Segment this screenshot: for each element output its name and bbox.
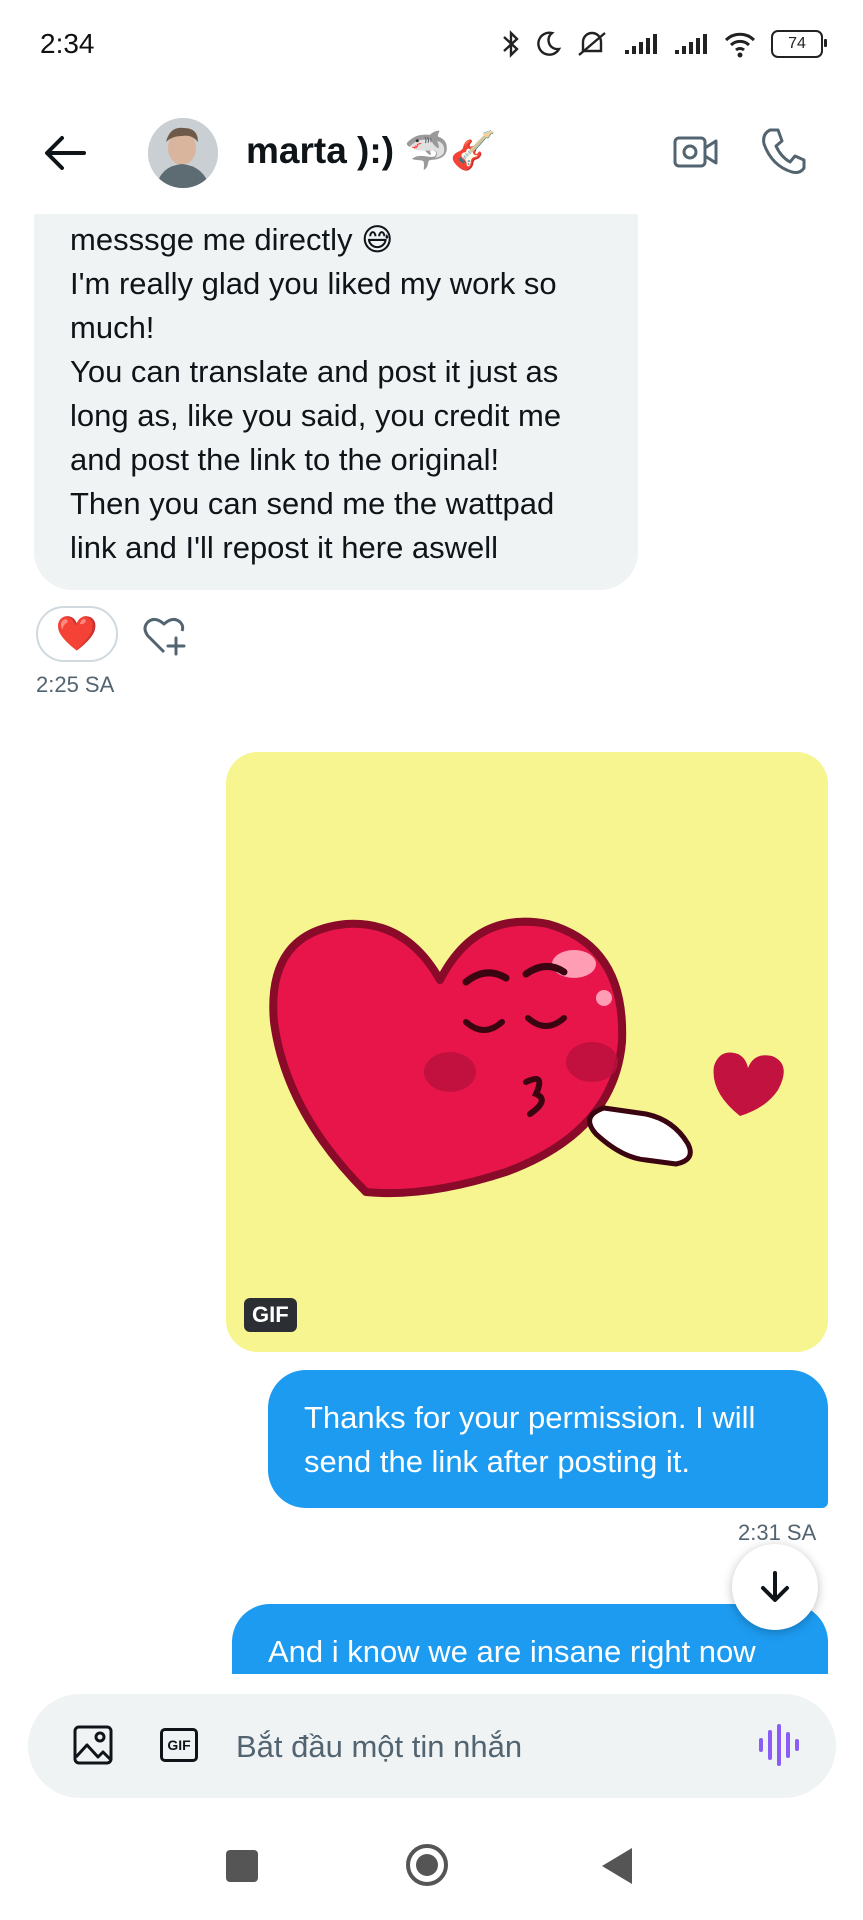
voice-icon[interactable] [756, 1722, 802, 1768]
gif-icon[interactable]: GIF [160, 1728, 198, 1762]
gif-badge: GIF [244, 1298, 297, 1332]
wifi-icon [724, 32, 756, 58]
outgoing-message-bubble[interactable]: Thanks for your permission. I will send … [268, 1370, 828, 1508]
nav-recents-button[interactable] [226, 1850, 258, 1882]
message-text: Thanks for your permission. I will send … [304, 1400, 756, 1479]
reaction-badge[interactable]: ❤️ [36, 606, 118, 662]
status-time: 2:34 [40, 28, 95, 59]
message-text: And i know we are insane right now [268, 1634, 756, 1669]
back-arrow-icon[interactable] [40, 128, 90, 178]
incoming-message-bubble[interactable]: messsge me directly 😅 I'm really glad yo… [34, 214, 638, 590]
status-icons: 74 [501, 24, 827, 64]
scroll-to-bottom-button[interactable] [732, 1544, 818, 1630]
add-reaction-icon[interactable] [140, 612, 188, 658]
signal-icon [625, 34, 657, 54]
gif-button-label: GIF [167, 1737, 191, 1753]
message-input[interactable] [234, 1716, 718, 1778]
bell-off-icon [578, 31, 606, 56]
nav-back-button[interactable] [600, 1846, 634, 1886]
heart-reaction: ❤️ [55, 615, 99, 653]
bluetooth-icon [503, 30, 519, 58]
avatar-image [148, 118, 218, 188]
video-call-icon[interactable] [672, 130, 720, 174]
arrow-down-icon [761, 1571, 789, 1602]
nav-home-button[interactable] [404, 1842, 450, 1888]
kissing-heart-gif [226, 752, 828, 1352]
image-icon[interactable] [72, 1724, 114, 1766]
phone-icon[interactable] [760, 126, 806, 176]
contact-name[interactable]: marta ):) 🦈🎸 [246, 130, 496, 173]
gif-message[interactable] [226, 752, 828, 1352]
battery-indicator: 74 [771, 30, 827, 58]
avatar[interactable] [148, 118, 218, 188]
outgoing-message-bubble[interactable]: And i know we are insane right now [232, 1604, 828, 1674]
message-timestamp: 2:25 SA [36, 672, 115, 697]
message-timestamp: 2:31 SA [738, 1520, 817, 1545]
message-text: messsge me directly 😅 I'm really glad yo… [70, 222, 562, 565]
moon-icon [537, 31, 561, 56]
signal-icon [675, 34, 707, 54]
